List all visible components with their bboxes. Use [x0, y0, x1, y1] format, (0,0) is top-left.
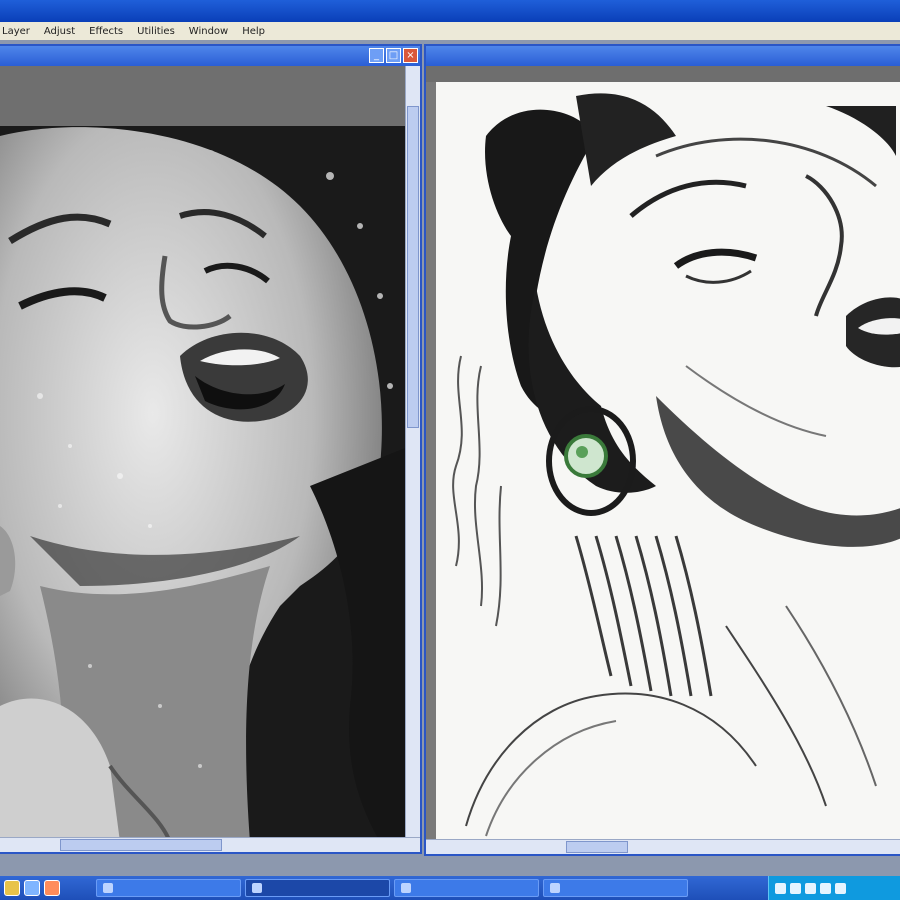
menu-adjust[interactable]: Adjust — [44, 26, 75, 37]
reference-vertical-scrollbar[interactable] — [405, 66, 420, 838]
menu-utilities[interactable]: Utilities — [137, 26, 175, 37]
tray-icon[interactable] — [775, 882, 786, 894]
system-tray — [768, 876, 900, 900]
menu-help[interactable]: Help — [242, 26, 265, 37]
reference-horizontal-scrollbar[interactable] — [0, 837, 420, 852]
sketch-window-title-bar[interactable] — [426, 46, 900, 66]
sketch-horizontal-scrollbar[interactable] — [426, 839, 900, 854]
sketch-drawing — [426, 66, 900, 840]
app-title-bar — [0, 0, 900, 22]
window-icon — [401, 883, 411, 893]
taskbar-button[interactable] — [245, 879, 390, 897]
quick-launch — [0, 880, 96, 896]
minimize-icon[interactable]: _ — [369, 48, 384, 63]
menu-layer[interactable]: Layer — [2, 26, 30, 37]
window-icon — [252, 883, 262, 893]
reference-canvas[interactable] — [0, 66, 406, 838]
reference-photo — [0, 66, 406, 838]
tray-icon[interactable] — [835, 882, 846, 894]
tray-icon[interactable] — [820, 882, 831, 894]
taskbar-button[interactable] — [96, 879, 241, 897]
sketch-window[interactable] — [424, 44, 900, 856]
tray-icon[interactable] — [790, 882, 801, 894]
sketch-canvas[interactable] — [426, 66, 900, 840]
reference-photo-window[interactable]: _ □ × — [0, 44, 422, 854]
menu-effects[interactable]: Effects — [89, 26, 123, 37]
reference-window-title-bar[interactable]: _ □ × — [0, 46, 420, 66]
workspace: _ □ × — [0, 40, 900, 876]
taskbar-button[interactable] — [394, 879, 539, 897]
tray-icon[interactable] — [805, 882, 816, 894]
quick-launch-icon[interactable] — [24, 880, 40, 896]
menu-bar: Layer Adjust Effects Utilities Window He… — [0, 22, 900, 41]
quick-launch-icon[interactable] — [44, 880, 60, 896]
window-icon — [103, 883, 113, 893]
quick-launch-icon[interactable] — [4, 880, 20, 896]
taskbar — [0, 876, 900, 900]
taskbar-button[interactable] — [543, 879, 688, 897]
maximize-icon[interactable]: □ — [386, 48, 401, 63]
menu-window[interactable]: Window — [189, 26, 228, 37]
window-icon — [550, 883, 560, 893]
close-icon[interactable]: × — [403, 48, 418, 63]
